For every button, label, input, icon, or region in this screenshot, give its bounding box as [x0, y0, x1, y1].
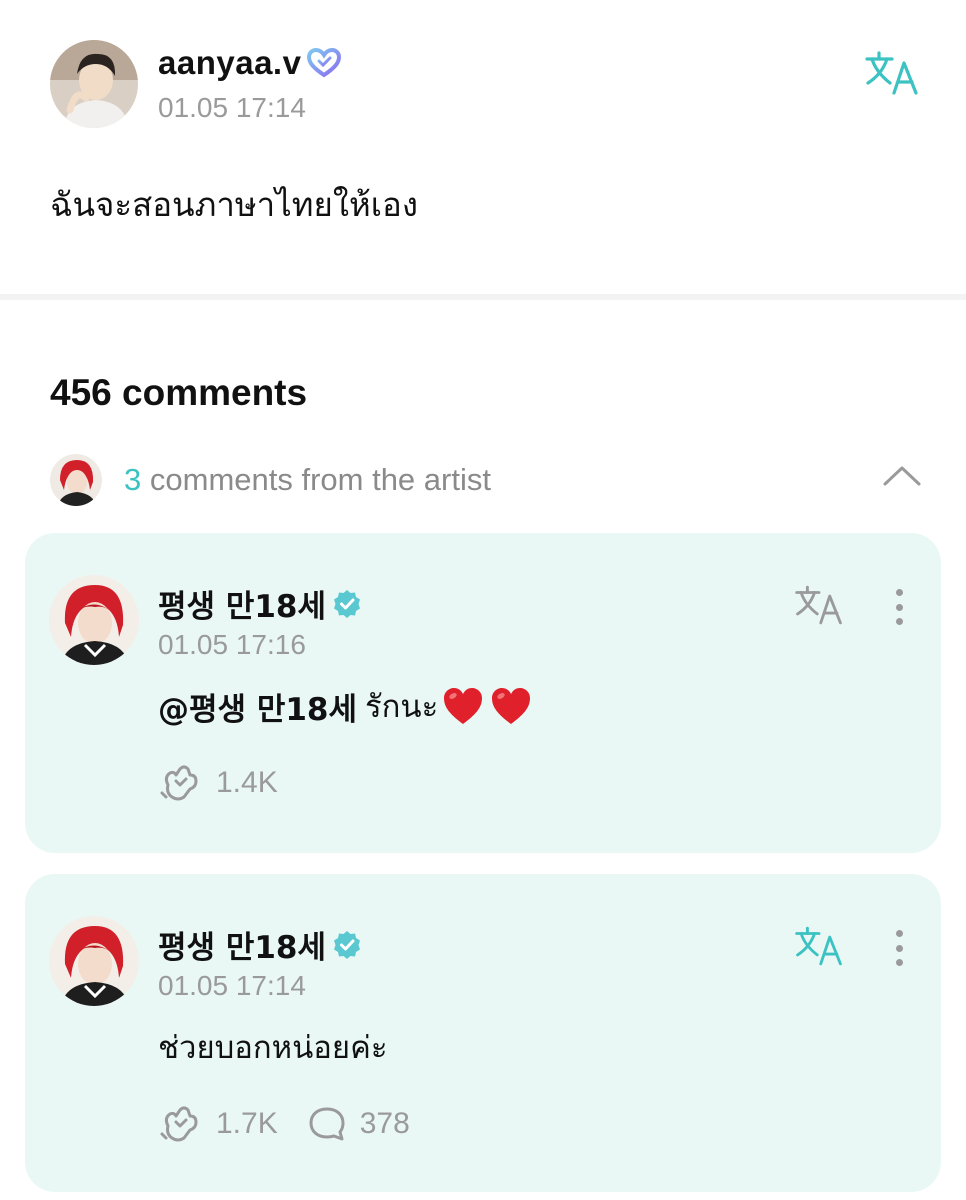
artist-comments-label: 3 comments from the artist — [124, 462, 491, 498]
comment-text: ช่วยบอกหน่อยค่ะ — [158, 1022, 387, 1072]
cheer-icon — [160, 1106, 198, 1142]
artist-avatar-small — [50, 454, 102, 506]
heart-emoji-icon — [492, 688, 531, 724]
artist-comments-text: comments from the artist — [149, 462, 491, 497]
comments-count: 456 comments — [50, 372, 308, 413]
commenter-avatar[interactable] — [49, 916, 139, 1006]
heart-badge-icon — [307, 48, 342, 78]
comment-translate-button[interactable] — [793, 924, 845, 968]
comment-actions: 1.7K 378 — [158, 1106, 440, 1142]
artist-comment-card: 평생 만18세 01.05 17:16 @평생 만18세 รักนะ 1.4K — [25, 533, 941, 853]
comment-timestamp: 01.05 17:14 — [158, 970, 306, 1001]
translate-icon — [865, 51, 918, 95]
section-divider — [0, 294, 966, 300]
reply-count: 378 — [359, 1107, 410, 1140]
like-button[interactable]: 1.4K — [158, 765, 278, 801]
artist-comments-toggle[interactable]: 3 comments from the artist — [50, 452, 922, 506]
comment-body: ช่วยบอกหน่อยค่ะ — [158, 1030, 388, 1066]
like-count: 1.7K — [216, 1107, 278, 1140]
author-avatar[interactable] — [50, 40, 138, 128]
comment-body: รักนะ — [365, 689, 439, 725]
more-options-button[interactable] — [887, 585, 911, 629]
post-header: aanyaa.v 01.05 17:14 — [50, 40, 920, 130]
commenter-avatar[interactable] — [49, 575, 139, 665]
comment-actions: 1.4K — [158, 765, 308, 801]
author-name[interactable]: aanyaa.v — [158, 44, 342, 82]
like-count: 1.4K — [216, 766, 278, 799]
post-text: ฉันจะสอนภาษาไทยให้เอง — [50, 185, 418, 224]
reply-bubble-icon — [309, 1107, 345, 1141]
comment-translate-button[interactable] — [793, 583, 845, 627]
verified-badge-icon — [334, 930, 361, 959]
author-name-text: aanyaa.v — [158, 44, 302, 81]
commenter-name[interactable]: 평생 만18세 — [158, 581, 362, 626]
commenter-name-text: 평생 만18세 — [158, 589, 327, 625]
chevron-up-icon[interactable] — [882, 460, 922, 490]
translate-icon — [795, 585, 842, 625]
verified-badge-icon — [334, 589, 361, 618]
comment-timestamp: 01.05 17:16 — [158, 629, 306, 660]
heart-emoji-icon — [444, 688, 483, 724]
artist-comments-count: 3 — [124, 462, 142, 497]
comment-mention[interactable]: @평생 만18세 — [158, 684, 357, 729]
cheer-icon — [160, 765, 198, 801]
commenter-name[interactable]: 평생 만18세 — [158, 922, 362, 967]
translate-button[interactable] — [864, 48, 920, 98]
like-button[interactable]: 1.7K — [158, 1106, 278, 1142]
reply-button[interactable]: 378 — [308, 1106, 410, 1142]
post-timestamp: 01.05 17:14 — [158, 92, 306, 123]
translate-icon — [795, 926, 842, 966]
commenter-name-text: 평생 만18세 — [158, 930, 327, 966]
more-options-button[interactable] — [887, 926, 911, 970]
comment-text: @평생 만18세 รักนะ — [158, 681, 532, 731]
artist-comment-card: 평생 만18세 01.05 17:14 ช่วยบอกหน่อยค่ะ 1.7K… — [25, 874, 941, 1192]
